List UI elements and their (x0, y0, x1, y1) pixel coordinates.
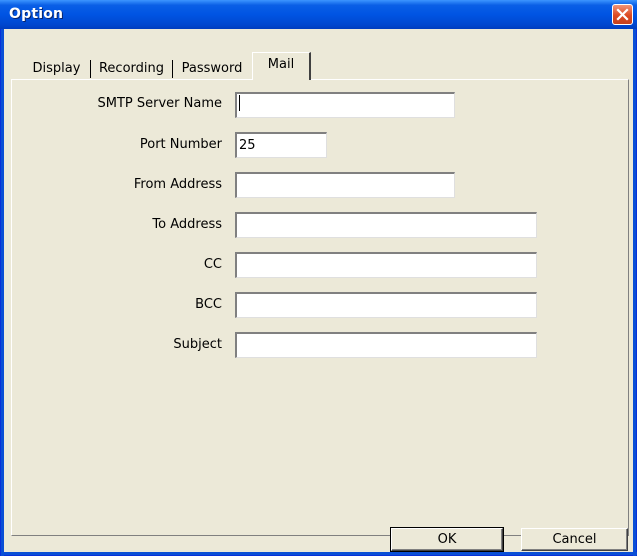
cc-label: CC (203, 257, 222, 272)
from-address-label: From Address (133, 177, 222, 192)
text-caret (239, 95, 240, 111)
window-border-right (633, 29, 636, 556)
close-button[interactable] (612, 4, 633, 25)
from-address-input[interactable] (235, 172, 455, 198)
bcc-input[interactable] (235, 292, 537, 318)
title-bar[interactable]: Option (0, 0, 637, 29)
port-number-input[interactable] (235, 132, 327, 158)
window-title: Option (9, 6, 64, 22)
port-number-label: Port Number (139, 137, 222, 152)
to-address-label: To Address (152, 217, 222, 232)
smtp-server-label: SMTP Server Name (97, 96, 223, 111)
tab-separator (172, 60, 173, 78)
ok-button[interactable]: OK (390, 527, 504, 552)
bcc-label: BCC (195, 297, 222, 312)
tab-recording[interactable]: Recording (93, 58, 170, 79)
tab-display[interactable]: Display (25, 58, 88, 79)
window-border-left (1, 29, 4, 556)
tab-separator (90, 60, 91, 78)
cc-input[interactable] (235, 252, 537, 278)
window-border-bottom (1, 552, 637, 555)
subject-label: Subject (173, 337, 222, 352)
cancel-button[interactable]: Cancel (521, 528, 628, 551)
tab-mail[interactable]: Mail (252, 52, 311, 80)
option-dialog: Option Display Recording Password Mail S… (0, 0, 637, 556)
close-icon (616, 8, 629, 21)
smtp-server-input[interactable] (235, 92, 455, 118)
tab-password[interactable]: Password (175, 58, 249, 79)
to-address-input[interactable] (235, 212, 537, 238)
subject-input[interactable] (235, 332, 537, 358)
